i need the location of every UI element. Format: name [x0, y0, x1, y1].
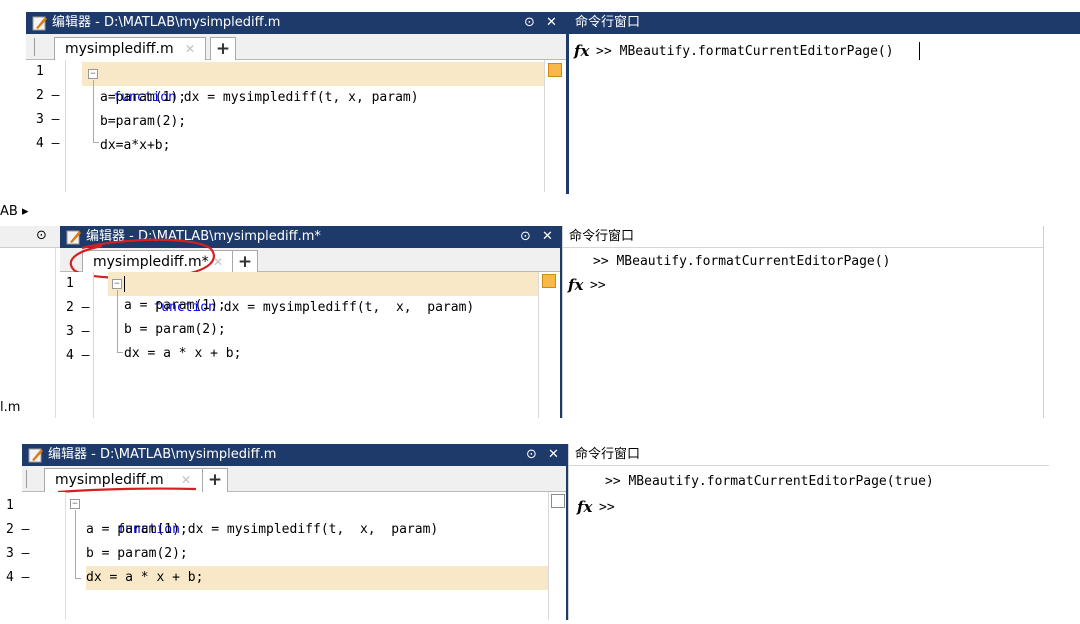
line-number: 1 — [36, 64, 44, 79]
cmd-history-line: >> MBeautify.formatCurrentEditorPage(tru… — [605, 474, 934, 489]
editor-icon — [32, 16, 47, 31]
left-pane-header: ⊙ — [0, 226, 60, 248]
command-window[interactable]: >> MBeautify.formatCurrentEditorPage() f… — [563, 248, 1043, 418]
line-number: 1 — [6, 498, 14, 513]
code-line[interactable]: dx=a*x+b; — [100, 134, 170, 158]
analyzer-warning-icon[interactable] — [542, 274, 556, 288]
fold-toggle-icon[interactable]: − — [70, 499, 80, 509]
code-line[interactable]: function dx = mysimplediff(t, x, param) — [82, 62, 544, 105]
code-line[interactable]: b = param(2); — [124, 318, 226, 342]
text-cursor — [124, 276, 125, 292]
code-line[interactable]: function dx = mysimplediff(t, x, param) — [86, 494, 438, 537]
tab-label: mysimplediff.m — [65, 41, 174, 57]
code-line[interactable]: b = param(2); — [86, 542, 188, 566]
fold-end — [75, 578, 81, 579]
line-gutter: 1 2 — 3 — 4 — — [0, 492, 66, 620]
titlebar-close-icon[interactable]: ✕ — [546, 12, 557, 34]
code-line[interactable]: function dx = mysimplediff(t, x, param) — [108, 272, 538, 315]
editor-title: 编辑器 - D:\MATLAB\mysimplediff.m — [52, 15, 281, 30]
titlebar-close-icon[interactable]: ✕ — [542, 226, 553, 248]
analyzer-warning-icon[interactable] — [548, 63, 562, 77]
code-line[interactable]: dx = a * x + b; — [86, 566, 548, 590]
command-window[interactable]: fx > > MBeautify.formatCurrentEditorPage… — [569, 34, 1080, 194]
text-cursor — [919, 42, 920, 60]
cmd-right-border — [1043, 226, 1044, 418]
code-line[interactable]: a = param(1); — [124, 294, 226, 318]
code-analyzer-bar — [538, 272, 560, 418]
code-line[interactable]: a = param(1); — [86, 518, 188, 542]
code-line[interactable]: dx = a * x + b; — [124, 342, 241, 366]
tab-separator — [34, 38, 35, 56]
cmd-history-line: >> MBeautify.formatCurrentEditorPage() — [593, 254, 891, 269]
new-tab-button[interactable]: + — [210, 37, 236, 60]
titlebar-close-icon[interactable]: ✕ — [548, 444, 559, 466]
fold-end — [117, 352, 123, 353]
titlebar-menu-icon[interactable]: ⊙ — [526, 444, 537, 466]
line-number: 2 — — [36, 88, 60, 103]
tab-separator — [26, 470, 27, 488]
line-number: 2 — — [6, 522, 30, 537]
line-number: 4 — — [6, 570, 30, 585]
line-number: 2 — — [66, 300, 90, 315]
editor-titlebar: 编辑器 - D:\MATLAB\mysimplediff.m ⊙ ✕ — [26, 12, 566, 34]
fold-guide — [117, 290, 118, 352]
left-pane: l.m — [0, 248, 56, 418]
cmd-prompt-marker: >> — [599, 500, 615, 515]
file-fragment[interactable]: l.m — [0, 400, 20, 415]
fold-toggle-icon[interactable]: − — [112, 279, 122, 289]
tab-close-icon[interactable]: ✕ — [185, 38, 195, 60]
titlebar-menu-icon[interactable]: ⊙ — [520, 226, 531, 248]
editor-title: 编辑器 - D:\MATLAB\mysimplediff.m — [48, 447, 277, 462]
code-line[interactable]: a=param(1); — [100, 86, 186, 110]
cmd-titlebar: 命令行窗口 — [569, 444, 1049, 466]
line-number: 4 — — [36, 136, 60, 151]
cmd-prompt-marker: > — [596, 44, 604, 59]
editor-titlebar: 编辑器 - D:\MATLAB\mysimplediff.m ⊙ ✕ — [22, 444, 566, 466]
code-text: dx = mysimplediff(t, x, param) — [175, 90, 419, 105]
cmd-current-line: > MBeautify.formatCurrentEditorPage() — [604, 44, 894, 59]
line-gutter: 1 2 — 3 — 4 — — [60, 272, 94, 418]
fold-toggle-icon[interactable]: − — [88, 69, 98, 79]
fold-guide — [75, 510, 76, 578]
code-text: dx = mysimplediff(t, x, param) — [215, 300, 475, 315]
cmd-prompt-marker: >> — [590, 278, 606, 293]
code-line[interactable]: b=param(2); — [100, 110, 186, 134]
line-number: 3 — — [36, 112, 60, 127]
line-gutter: 1 2 — 3 — 4 — — [26, 60, 66, 192]
cmd-titlebar: 命令行窗口 — [563, 226, 1043, 248]
command-window[interactable]: >> MBeautify.formatCurrentEditorPage(tru… — [569, 466, 1049, 620]
fold-guide — [93, 80, 94, 142]
left-pane-menu-icon[interactable]: ⊙ — [36, 228, 47, 243]
code-text: dx = mysimplediff(t, x, param) — [179, 522, 439, 537]
line-number: 3 — — [6, 546, 30, 561]
tab-mysimplediff[interactable]: mysimplediff.m ✕ — [54, 37, 206, 60]
fx-icon[interactable]: fx — [568, 276, 583, 294]
editor-icon — [28, 448, 43, 463]
cmd-titlebar: 命令行窗口 — [569, 12, 1080, 34]
analyzer-ok-icon[interactable] — [551, 494, 565, 508]
line-number: 4 — — [66, 348, 90, 363]
new-tab-button[interactable]: + — [202, 468, 228, 492]
breadcrumb-fragment: AB ▸ — [0, 204, 29, 219]
code-analyzer-bar — [544, 60, 566, 192]
code-analyzer-bar — [548, 492, 566, 620]
fx-icon[interactable]: fx — [577, 498, 592, 516]
line-number: 1 — [66, 276, 74, 291]
fx-icon[interactable]: fx — [574, 42, 589, 60]
fold-end — [93, 142, 99, 143]
tab-bar: mysimplediff.m ✕ + — [26, 34, 566, 60]
titlebar-menu-icon[interactable]: ⊙ — [524, 12, 535, 34]
line-number: 3 — — [66, 324, 90, 339]
